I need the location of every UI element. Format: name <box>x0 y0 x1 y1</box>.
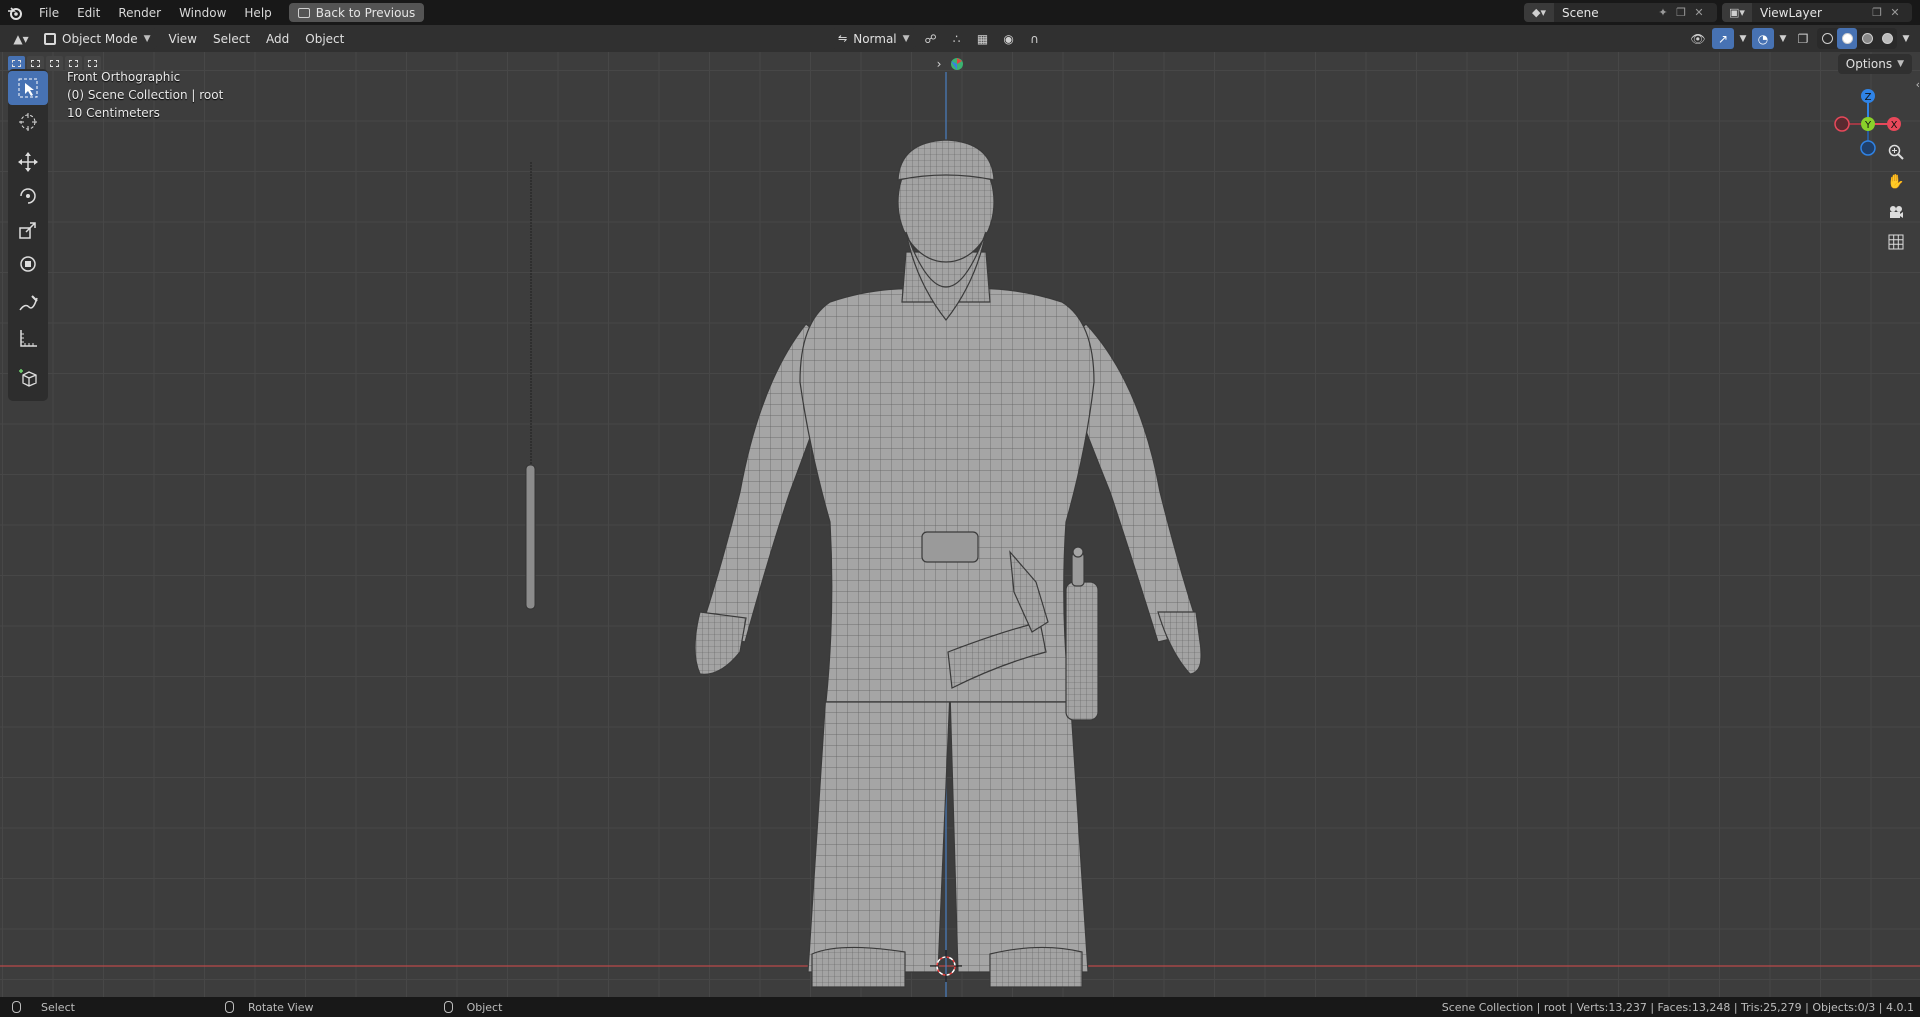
chevron-down-icon: ▼ <box>1897 59 1904 69</box>
chevron-down-icon[interactable]: ▼ <box>1737 28 1749 49</box>
rendered-shading-icon[interactable] <box>1877 28 1897 49</box>
wireframe-shading-icon[interactable] <box>1817 28 1837 49</box>
tool-shelf <box>8 69 48 401</box>
view-layer-field[interactable]: ViewLayer <box>1752 6 1868 20</box>
close-icon[interactable]: ✕ <box>1690 3 1708 22</box>
back-to-previous-button[interactable]: Back to Previous <box>288 3 425 22</box>
chevron-down-icon: ▼ <box>143 33 151 44</box>
view-layer-icon: ▣▾ <box>1722 3 1752 22</box>
snap-target-icon[interactable]: ▦ <box>972 28 994 49</box>
menu-add[interactable]: Add <box>258 28 297 49</box>
gizmo-toggle-icon[interactable]: ↗ <box>1712 28 1734 49</box>
menu-edit[interactable]: Edit <box>68 0 109 25</box>
chevron-down-icon[interactable]: ▼ <box>1900 28 1912 49</box>
cursor-icon[interactable] <box>8 105 48 139</box>
scale-icon[interactable] <box>8 213 48 247</box>
snap-icon[interactable]: ∴ <box>946 28 968 49</box>
gizmo-neg-x-axis <box>1834 116 1850 132</box>
hand-icon[interactable]: ✋ <box>1884 170 1908 194</box>
bone-object <box>525 464 536 610</box>
transform-icon[interactable] <box>8 247 48 281</box>
scene-statistics: Scene Collection | root | Verts:13,237 |… <box>1441 1000 1914 1014</box>
annotate-icon[interactable] <box>8 287 48 321</box>
sidebar-toggle-icon[interactable]: › <box>932 52 946 76</box>
grid-scale: 10 Centimeters <box>67 106 160 120</box>
mode-label: Object Mode <box>62 31 138 46</box>
pin-icon[interactable]: ✦ <box>1654 3 1672 22</box>
chevron-down-icon: ▼ <box>902 33 910 44</box>
menu-object[interactable]: Object <box>297 28 352 49</box>
orientation-label: Normal <box>853 31 897 46</box>
status-select: Select <box>12 997 75 1017</box>
navigation-gizmo[interactable]: Z X Y <box>1820 72 1920 182</box>
rotate-icon[interactable] <box>8 179 48 213</box>
character-mesh <box>694 139 1202 988</box>
editor-type-icon[interactable]: ▲▾ <box>10 28 32 49</box>
viewport-header: ▲▾ Object Mode ▼ View Select Add Object … <box>0 25 1920 52</box>
mouse-left-icon <box>12 1001 21 1013</box>
measure-icon[interactable] <box>8 321 48 355</box>
object-mode-icon <box>44 32 56 45</box>
select-subtract-icon[interactable] <box>46 56 63 71</box>
menu-view[interactable]: View <box>161 28 205 49</box>
xray-icon[interactable]: ❐ <box>1792 28 1814 49</box>
viewport-info-overlay: Front Orthographic (0) Scene Collection … <box>67 68 223 122</box>
menu-window[interactable]: Window <box>170 0 235 25</box>
falloff-icon[interactable]: ∩ <box>1024 28 1046 49</box>
new-scene-icon[interactable]: ❐ <box>1672 3 1690 22</box>
camera-icon[interactable] <box>1884 200 1908 224</box>
view-layer-selector[interactable]: ▣▾ ViewLayer ❐ ✕ <box>1722 3 1912 22</box>
shading-modes <box>1817 28 1897 49</box>
move-icon[interactable] <box>8 145 48 179</box>
scene-name-field[interactable]: Scene <box>1554 6 1654 20</box>
back-button-label: Back to Previous <box>315 5 416 20</box>
scene-icon: ◆▾ <box>1524 3 1554 22</box>
orientation-icon: ⇋ <box>838 32 848 45</box>
scene-selector[interactable]: ◆▾ Scene ✦ ❐ ✕ <box>1524 3 1717 22</box>
orientation-dropdown[interactable]: ⇋ Normal ▼ <box>832 28 916 49</box>
overlay-toggle-icon[interactable]: ◔ <box>1752 28 1774 49</box>
visibility-icon[interactable]: 👁 <box>1687 28 1709 49</box>
chevron-down-icon[interactable]: ▼ <box>1777 28 1789 49</box>
transform-settings: ⇋ Normal ▼ ☍ ∴ ▦ ◉ ∩ <box>832 28 1046 49</box>
view-origin-icon <box>951 58 963 70</box>
scene-canvas[interactable] <box>0 52 1920 997</box>
status-object: Object <box>443 997 502 1017</box>
menu-select[interactable]: Select <box>205 28 258 49</box>
solid-shading-icon[interactable] <box>1837 28 1857 49</box>
options-label: Options <box>1845 57 1893 71</box>
svg-text:Z: Z <box>1865 92 1872 103</box>
3d-viewport[interactable]: › Front Orthographic (0) Scene Collectio… <box>0 52 1920 997</box>
chevron-left-icon[interactable]: ‹ <box>1916 78 1920 91</box>
menu-help[interactable]: Help <box>235 0 280 25</box>
zoom-icon[interactable] <box>1884 140 1908 164</box>
grid-icon[interactable] <box>1884 230 1908 254</box>
pivot-icon[interactable]: ☍ <box>920 28 942 49</box>
material-shading-icon[interactable] <box>1857 28 1877 49</box>
options-dropdown[interactable]: Options ▼ <box>1837 54 1912 74</box>
mouse-middle-icon <box>224 1001 234 1013</box>
menu-file[interactable]: File <box>30 0 68 25</box>
select-box-icon[interactable] <box>8 71 48 105</box>
blender-logo-icon[interactable] <box>0 0 30 25</box>
close-icon[interactable]: ✕ <box>1886 3 1904 22</box>
svg-text:X: X <box>1891 120 1898 131</box>
menu-render[interactable]: Render <box>109 0 170 25</box>
status-rotate: Rotate View <box>224 997 314 1017</box>
viewport-display-controls: 👁 ↗ ▼ ◔ ▼ ❐ ▼ <box>1687 28 1912 49</box>
top-menu-bar: File Edit Render Window Help Back to Pre… <box>0 0 1920 25</box>
gizmo-neg-z-axis <box>1860 140 1876 156</box>
view-name: Front Orthographic <box>67 70 181 84</box>
new-layer-icon[interactable]: ❐ <box>1868 3 1886 22</box>
mouse-right-icon <box>443 1001 453 1013</box>
proportional-edit-icon[interactable]: ◉ <box>998 28 1020 49</box>
collection-info: (0) Scene Collection | root <box>67 88 224 102</box>
svg-text:Y: Y <box>1864 120 1872 131</box>
status-bar: Select Rotate View Object Scene Collecti… <box>0 997 1920 1017</box>
mode-dropdown[interactable]: Object Mode ▼ <box>38 28 157 49</box>
add-cube-icon[interactable] <box>8 361 48 395</box>
screen-icon <box>297 7 310 18</box>
